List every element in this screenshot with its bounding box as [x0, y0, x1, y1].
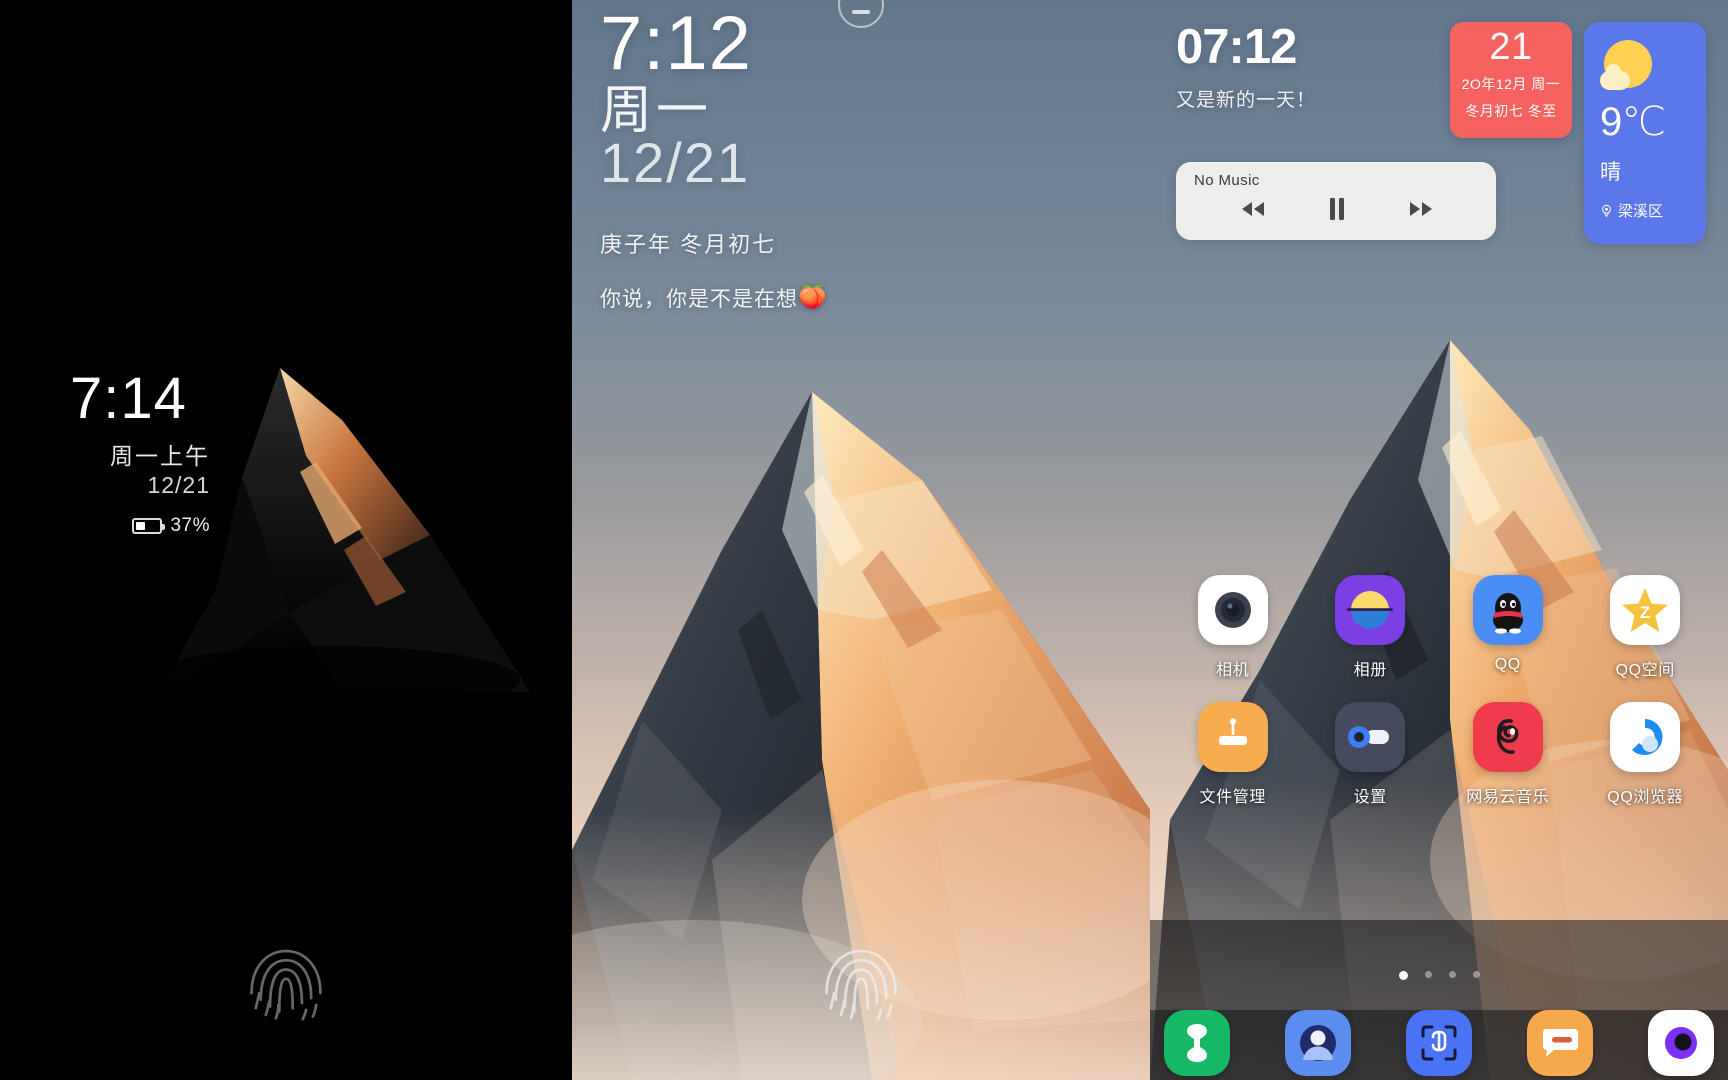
app-settings[interactable]: 设置	[1302, 702, 1440, 807]
contacts-icon[interactable]	[1285, 1010, 1351, 1076]
aod-time: 7:14	[70, 366, 187, 431]
scan-icon[interactable]	[1406, 1010, 1472, 1076]
panel-lock-screen: 7:12 周一 12/21 庚子年 冬月初七 你说，你是不是在想 🍑	[572, 0, 1150, 1080]
page-indicator-dots[interactable]	[1150, 971, 1728, 980]
music-widget[interactable]: No Music	[1176, 162, 1496, 240]
lockscreen-time: 7:12	[600, 1, 752, 86]
app-netease-music[interactable]: 网易云音乐	[1439, 702, 1577, 807]
weather-condition: 晴	[1600, 161, 1622, 184]
lockscreen-clock-block: 7:12 周一 12/21 庚子年 冬月初七 你说，你是不是在想 🍑	[600, 1, 828, 313]
calendar-lunar: 冬月初七 冬至	[1465, 102, 1557, 119]
file-manager-icon[interactable]	[1197, 702, 1268, 772]
page-dot[interactable]	[1448, 971, 1456, 978]
location-pin-icon	[1602, 204, 1611, 217]
gallery-icon[interactable]	[1335, 575, 1406, 645]
app-label: 文件管理	[1199, 789, 1266, 806]
home-clock-block: 07:12 又是新的一天！	[1176, 20, 1438, 112]
peach-emoji-icon: 🍑	[798, 284, 828, 311]
app-camera[interactable]: 相机	[1164, 575, 1302, 680]
home-greeting: 又是新的一天！	[1176, 90, 1317, 112]
app-qzone[interactable]: Z QQ空间	[1577, 575, 1715, 680]
weather-widget[interactable]: 9℃ 晴 梁溪区	[1584, 22, 1706, 244]
app-label: 相机	[1216, 662, 1250, 679]
app-label: QQ空间	[1615, 662, 1675, 679]
page-dot[interactable]	[1398, 971, 1408, 980]
prev-track-icon[interactable]	[1238, 200, 1268, 218]
app-gallery[interactable]: 相册	[1302, 575, 1440, 680]
battery-icon	[132, 517, 166, 534]
app-file-manager[interactable]: 文件管理	[1164, 702, 1302, 807]
app-label: 网易云音乐	[1466, 789, 1550, 806]
app-qq[interactable]: QQ	[1439, 575, 1577, 680]
three-panel-phone-screenshot: 7:14 周一上午 12/21 37% 7:12 周一 12/21 庚子年 冬月…	[0, 0, 1728, 1080]
panel-always-on-display: 7:14 周一上午 12/21 37%	[0, 0, 572, 1080]
svg-text:Z: Z	[1640, 603, 1650, 622]
pause-icon[interactable]	[1327, 197, 1347, 221]
lockscreen-date: 12/21	[600, 130, 751, 194]
calendar-year-month: 2O年12月 周一	[1461, 75, 1561, 92]
qzone-star-icon[interactable]: Z	[1610, 575, 1681, 645]
calendar-widget[interactable]: 21 2O年12月 周一 冬月初七 冬至	[1450, 22, 1572, 138]
app-label: QQ	[1494, 656, 1521, 673]
browser-icon[interactable]	[1648, 1010, 1714, 1076]
weather-temperature: 9℃	[1600, 100, 1666, 144]
fingerprint-icon[interactable]	[819, 941, 903, 1025]
aod-weekday: 周一上午	[110, 443, 210, 469]
phone-icon[interactable]	[1164, 1010, 1230, 1076]
lockscreen-message: 你说，你是不是在想 🍑	[600, 283, 828, 313]
lockscreen-message-text: 你说，你是不是在想	[600, 287, 798, 311]
calendar-day: 21	[1489, 26, 1533, 68]
music-controls	[1194, 197, 1480, 221]
aod-date: 12/21	[147, 471, 210, 498]
netease-music-icon[interactable]	[1472, 702, 1543, 772]
settings-icon[interactable]	[1335, 702, 1406, 772]
app-label: 设置	[1353, 789, 1387, 806]
battery-percent: 37%	[170, 514, 210, 536]
fingerprint-icon[interactable]	[244, 941, 328, 1025]
app-qq-browser[interactable]: QQ浏览器	[1577, 702, 1715, 807]
home-time: 07:12	[1176, 20, 1297, 74]
page-dot[interactable]	[1424, 971, 1432, 978]
aod-battery-status: 37%	[70, 515, 210, 537]
app-grid: 相机 相册 QQ Z QQ空间 文件管理 设置 网易云音乐 QQ浏览器	[1150, 575, 1728, 807]
app-label: 相册	[1353, 662, 1387, 679]
sun-cloud-icon	[1600, 40, 1654, 92]
music-title: No Music	[1194, 172, 1260, 189]
panel-home-screen: 07:12 又是新的一天！ 21 2O年12月 周一 冬月初七 冬至 9℃ 晴	[1150, 0, 1728, 1080]
weather-location-row: 梁溪区	[1600, 200, 1706, 221]
dock	[1150, 1010, 1728, 1076]
next-track-icon[interactable]	[1406, 200, 1436, 218]
qq-browser-icon[interactable]	[1610, 702, 1681, 772]
page-dot[interactable]	[1472, 971, 1480, 978]
camera-icon[interactable]	[1197, 575, 1268, 645]
aod-clock-block: 7:14 周一上午 12/21 37%	[70, 370, 210, 537]
qq-icon[interactable]	[1472, 575, 1543, 645]
lockscreen-lunar-date: 庚子年 冬月初七	[600, 231, 777, 257]
weather-location: 梁溪区	[1618, 203, 1664, 220]
messages-icon[interactable]	[1527, 1010, 1593, 1076]
app-label: QQ浏览器	[1607, 789, 1684, 806]
